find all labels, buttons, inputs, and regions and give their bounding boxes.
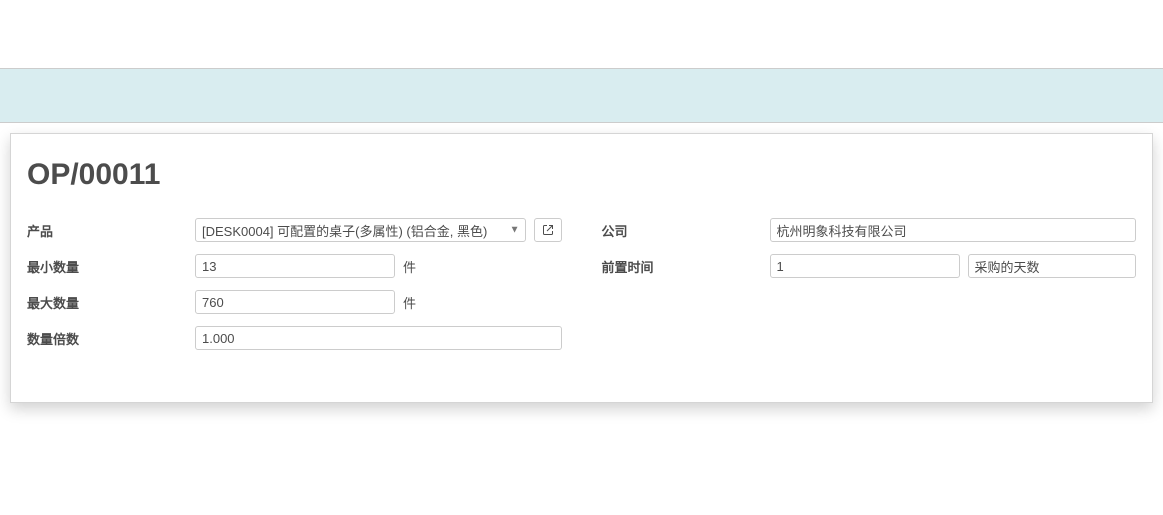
label-product: 产品 — [27, 221, 195, 240]
record-title: OP/00011 — [27, 158, 1136, 192]
field-min-qty: 最小数量 件 — [27, 254, 562, 278]
field-product: 产品 ▼ — [27, 218, 562, 242]
min-qty-input[interactable] — [195, 254, 395, 278]
topbar-space — [0, 0, 1163, 68]
field-lead-time: 前置时间 — [602, 254, 1137, 278]
form-sheet: OP/00011 产品 ▼ 最小数量 — [10, 133, 1153, 403]
qty-multiple-input[interactable] — [195, 326, 562, 350]
form-right-column: 公司 前置时间 — [602, 218, 1137, 362]
form-columns: 产品 ▼ 最小数量 件 — [27, 218, 1136, 362]
lead-time-unit-input[interactable] — [968, 254, 1137, 278]
max-qty-uom: 件 — [403, 293, 416, 312]
max-qty-input[interactable] — [195, 290, 395, 314]
product-select[interactable]: ▼ — [195, 218, 526, 242]
field-max-qty: 最大数量 件 — [27, 290, 562, 314]
label-max-qty: 最大数量 — [27, 293, 195, 312]
external-link-icon — [542, 224, 554, 236]
field-company: 公司 — [602, 218, 1137, 242]
company-select[interactable] — [770, 218, 1137, 242]
label-min-qty: 最小数量 — [27, 257, 195, 276]
open-external-button[interactable] — [534, 218, 562, 242]
label-lead-time: 前置时间 — [602, 257, 770, 276]
lead-time-input[interactable] — [770, 254, 960, 278]
min-qty-uom: 件 — [403, 257, 416, 276]
form-left-column: 产品 ▼ 最小数量 件 — [27, 218, 562, 362]
lead-time-unit-select[interactable] — [968, 254, 1137, 278]
label-company: 公司 — [602, 221, 770, 240]
status-bar — [0, 68, 1163, 123]
field-qty-multiple: 数量倍数 — [27, 326, 562, 350]
company-input[interactable] — [770, 218, 1137, 242]
label-qty-multiple: 数量倍数 — [27, 329, 195, 348]
product-input[interactable] — [195, 218, 526, 242]
